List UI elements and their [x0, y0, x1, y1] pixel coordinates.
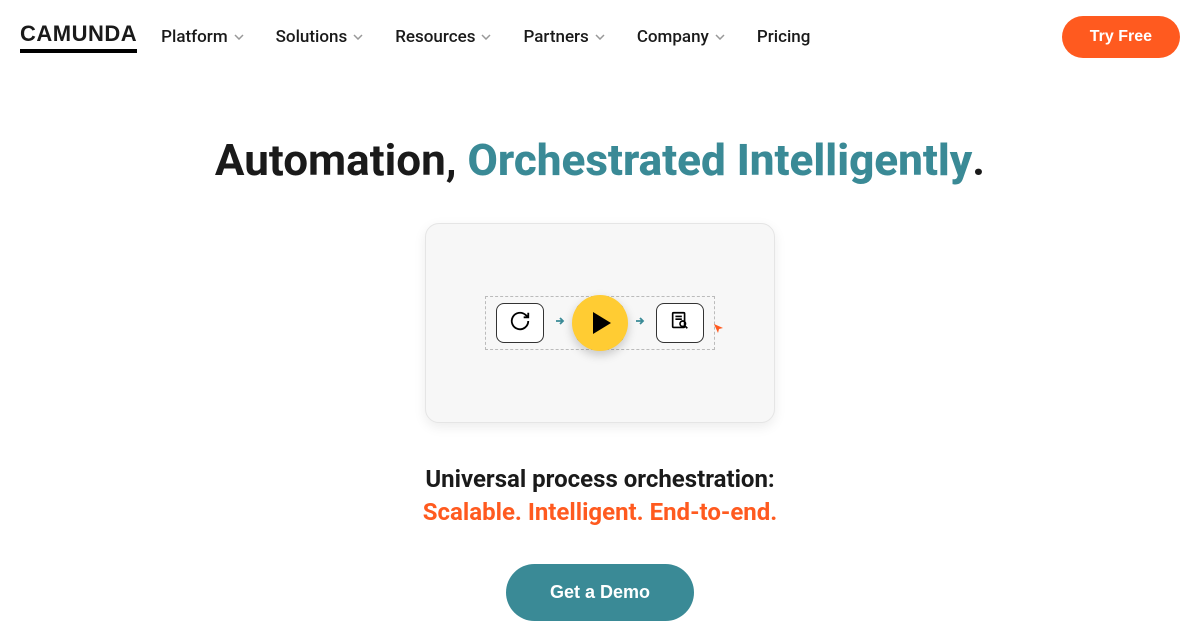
- play-icon: [593, 312, 611, 334]
- gear-refresh-icon: [509, 310, 531, 336]
- subtitle-line1: Universal process orchestration:: [0, 463, 1200, 497]
- nav-company[interactable]: Company: [637, 27, 725, 47]
- diagram-step-search: [656, 303, 704, 343]
- chevron-down-icon: [595, 32, 605, 42]
- diagram-step-gear: [496, 303, 544, 343]
- try-free-button[interactable]: Try Free: [1062, 16, 1180, 58]
- nav-label: Partners: [523, 27, 588, 47]
- nav-pricing[interactable]: Pricing: [757, 27, 811, 47]
- arrow-right-icon: [554, 315, 566, 331]
- video-preview-card[interactable]: [425, 223, 775, 423]
- nav-label: Platform: [161, 27, 227, 47]
- nav-resources[interactable]: Resources: [395, 27, 491, 47]
- document-search-icon: [669, 310, 691, 336]
- chevron-down-icon: [715, 32, 725, 42]
- nav-label: Solutions: [276, 27, 348, 47]
- cursor-pointer-icon: [712, 321, 726, 340]
- nav-solutions[interactable]: Solutions: [276, 27, 364, 47]
- hero-title-suffix: .: [972, 134, 985, 186]
- main-nav: Platform Solutions Resources Partners Co…: [161, 27, 1038, 47]
- nav-partners[interactable]: Partners: [523, 27, 604, 47]
- subtitle-line2: Scalable. Intelligent. End-to-end.: [0, 496, 1200, 530]
- chevron-down-icon: [353, 32, 363, 42]
- nav-label: Company: [637, 27, 709, 47]
- chevron-down-icon: [234, 32, 244, 42]
- hero-title-highlight: Orchestrated Intelligently: [468, 134, 973, 186]
- header: CAMUNDA Platform Solutions Resources Par…: [0, 0, 1200, 74]
- chevron-down-icon: [481, 32, 491, 42]
- hero-section: Automation, Orchestrated Intelligently.: [0, 74, 1200, 621]
- nav-label: Pricing: [757, 27, 811, 47]
- logo[interactable]: CAMUNDA: [20, 21, 137, 53]
- play-button[interactable]: [572, 295, 628, 351]
- nav-label: Resources: [395, 27, 475, 47]
- get-demo-button[interactable]: Get a Demo: [506, 564, 694, 621]
- hero-title-plain: Automation,: [215, 134, 468, 186]
- arrow-right-icon: [634, 315, 646, 331]
- nav-platform[interactable]: Platform: [161, 27, 243, 47]
- hero-subtitle: Universal process orchestration: Scalabl…: [0, 463, 1200, 530]
- hero-title: Automation, Orchestrated Intelligently.: [0, 134, 1200, 187]
